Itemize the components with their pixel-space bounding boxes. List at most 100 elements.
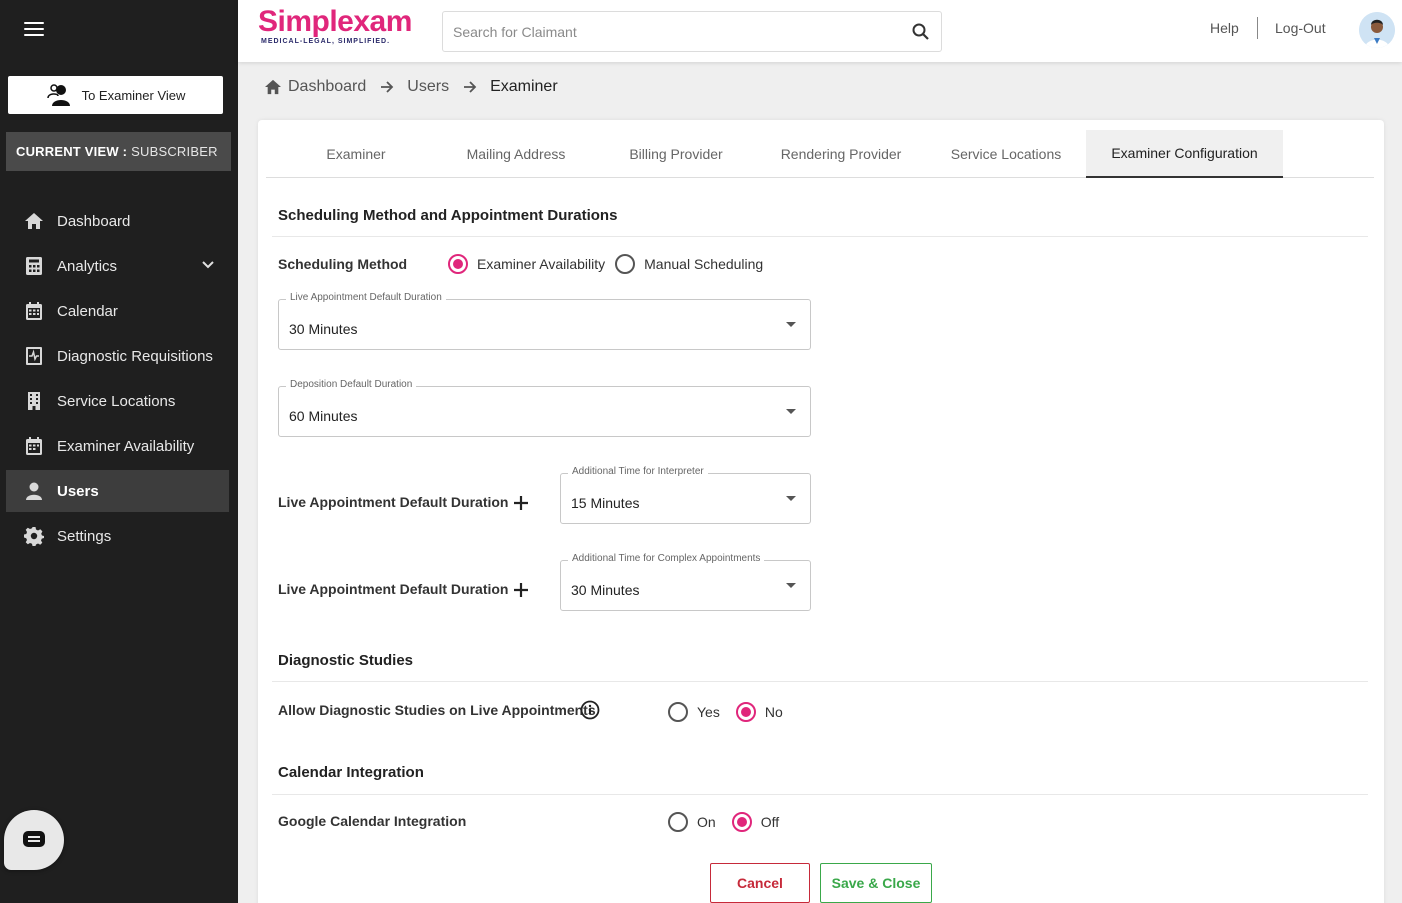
sidebar-item-analytics[interactable]: Analytics [6, 245, 229, 287]
select-label: Additional Time for Interpreter [568, 466, 708, 477]
sidebar-item-label: Dashboard [57, 212, 131, 230]
diagnostic-section-title: Diagnostic Studies [278, 652, 414, 669]
interpreter-row-label: Live Appointment Default Duration [278, 494, 509, 510]
calendar-section-title: Calendar Integration [278, 764, 424, 781]
plus-icon [514, 496, 528, 510]
examiner-config-card: Examiner Mailing Address Billing Provide… [258, 120, 1384, 903]
complex-time-select[interactable]: Additional Time for Complex Appointments… [560, 553, 811, 611]
select-value: 15 Minutes [571, 495, 640, 511]
current-view-value: SUBSCRIBER [131, 144, 218, 159]
tab-bar: Examiner Mailing Address Billing Provide… [266, 130, 1374, 178]
current-view-banner: CURRENT VIEW : SUBSCRIBER [6, 132, 231, 171]
breadcrumb-dashboard[interactable]: Dashboard [288, 78, 366, 96]
scheduling-method-label: Scheduling Method [278, 256, 408, 272]
calendar-check-icon [23, 435, 45, 457]
radio-circle [448, 254, 468, 274]
building-icon [23, 390, 45, 412]
sidebar-item-label: Users [57, 482, 99, 500]
save-close-button[interactable]: Save & Close [820, 863, 932, 903]
calculator-icon [23, 255, 45, 277]
hamburger-menu-icon[interactable] [24, 22, 44, 36]
radio-label: On [697, 814, 716, 830]
radio-label: No [764, 704, 783, 720]
breadcrumb: Dashboard Users Examiner [264, 78, 558, 96]
complex-row-label: Live Appointment Default Duration [278, 581, 509, 597]
to-examiner-view-button[interactable]: To Examiner View [8, 76, 223, 114]
sidebar-item-examiner-availability[interactable]: Examiner Availability [6, 425, 229, 467]
sidebar-item-label: Analytics [57, 257, 118, 275]
radio-calendar-off[interactable]: Off [731, 812, 780, 832]
radio-diagnostic-no[interactable]: No [735, 702, 783, 722]
sidebar-item-diagnostic-requisitions[interactable]: Diagnostic Requisitions [6, 335, 229, 377]
tab-examiner-configuration[interactable]: Examiner Configuration [1086, 130, 1283, 178]
select-label: Live Appointment Default Duration [286, 292, 446, 303]
arrow-right-icon [464, 81, 477, 93]
avatar[interactable] [1359, 12, 1395, 48]
cancel-button[interactable]: Cancel [710, 863, 810, 903]
sidebar-item-label: Service Locations [57, 392, 176, 410]
logout-link[interactable]: Log-Out [1275, 20, 1326, 36]
caret-down-icon [786, 496, 796, 501]
chevron-down-icon[interactable] [201, 258, 215, 272]
sidebar-item-label: Examiner Availability [57, 437, 195, 455]
sidebar: To Examiner View CURRENT VIEW : SUBSCRIB… [0, 0, 238, 903]
radio-circle [615, 254, 636, 274]
radio-label: Manual Scheduling [644, 256, 764, 272]
logo-tagline: MEDICAL-LEGAL, SIMPLIFIED. [261, 38, 391, 45]
select-label: Additional Time for Complex Appointments [568, 553, 765, 564]
tab-mailing-address[interactable]: Mailing Address [436, 130, 596, 178]
sidebar-item-service-locations[interactable]: Service Locations [6, 380, 229, 422]
examiner-switch-icon [46, 84, 70, 106]
radio-circle [668, 812, 688, 832]
tab-billing-provider[interactable]: Billing Provider [596, 130, 756, 178]
plus-icon [514, 583, 528, 597]
chat-button[interactable] [4, 810, 64, 870]
top-header: Simplexam MEDICAL-LEGAL, SIMPLIFIED. Hel… [238, 0, 1402, 62]
home-icon[interactable] [264, 79, 282, 95]
radio-label: Off [760, 814, 780, 830]
info-icon[interactable] [580, 700, 600, 720]
deposition-duration-select[interactable]: Deposition Default Duration 60 Minutes [278, 379, 811, 437]
claimant-search [442, 11, 942, 52]
sidebar-item-calendar[interactable]: Calendar [6, 290, 229, 332]
tab-rendering-provider[interactable]: Rendering Provider [756, 130, 926, 178]
live-duration-select[interactable]: Live Appointment Default Duration 30 Min… [278, 292, 811, 350]
sidebar-item-label: Calendar [57, 302, 118, 320]
logo-text: Simplexam [258, 5, 412, 38]
scheduling-method-radio-group: Examiner Availability Manual Scheduling [448, 254, 763, 274]
select-value: 60 Minutes [289, 408, 358, 424]
radio-circle [735, 702, 756, 722]
select-label: Deposition Default Duration [286, 379, 417, 390]
sidebar-nav: Dashboard Analytics Calendar Diagnostic … [6, 200, 229, 560]
breadcrumb-users[interactable]: Users [407, 78, 449, 96]
to-examiner-view-label: To Examiner View [81, 87, 186, 103]
google-calendar-label: Google Calendar Integration [278, 813, 467, 829]
current-view-label: CURRENT VIEW : [16, 144, 128, 159]
select-value: 30 Minutes [571, 582, 640, 598]
calendar-icon [23, 300, 45, 322]
radio-calendar-on[interactable]: On [668, 812, 716, 832]
sidebar-item-dashboard[interactable]: Dashboard [6, 200, 229, 242]
radio-diagnostic-yes[interactable]: Yes [668, 702, 720, 722]
radio-manual-scheduling[interactable]: Manual Scheduling [615, 254, 763, 274]
radio-examiner-availability[interactable]: Examiner Availability [448, 254, 605, 274]
search-icon[interactable] [911, 22, 931, 42]
calendar-radio-group: On Off [668, 812, 779, 832]
caret-down-icon [786, 409, 796, 414]
sidebar-item-users[interactable]: Users [6, 470, 229, 512]
help-link[interactable]: Help [1210, 20, 1239, 36]
search-input[interactable] [453, 23, 911, 40]
scheduling-section-title: Scheduling Method and Appointment Durati… [278, 207, 618, 224]
tab-service-locations[interactable]: Service Locations [926, 130, 1086, 178]
interpreter-time-select[interactable]: Additional Time for Interpreter 15 Minut… [560, 466, 811, 524]
section-divider [272, 794, 1368, 795]
radio-label: Examiner Availability [477, 256, 606, 272]
sidebar-item-settings[interactable]: Settings [6, 515, 229, 557]
home-icon [23, 210, 45, 232]
tab-examiner[interactable]: Examiner [276, 130, 436, 178]
breadcrumb-examiner: Examiner [490, 78, 558, 95]
simplexam-logo[interactable]: Simplexam MEDICAL-LEGAL, SIMPLIFIED. [258, 6, 428, 50]
caret-down-icon [786, 322, 796, 327]
user-icon [23, 480, 45, 502]
section-divider [272, 236, 1368, 237]
